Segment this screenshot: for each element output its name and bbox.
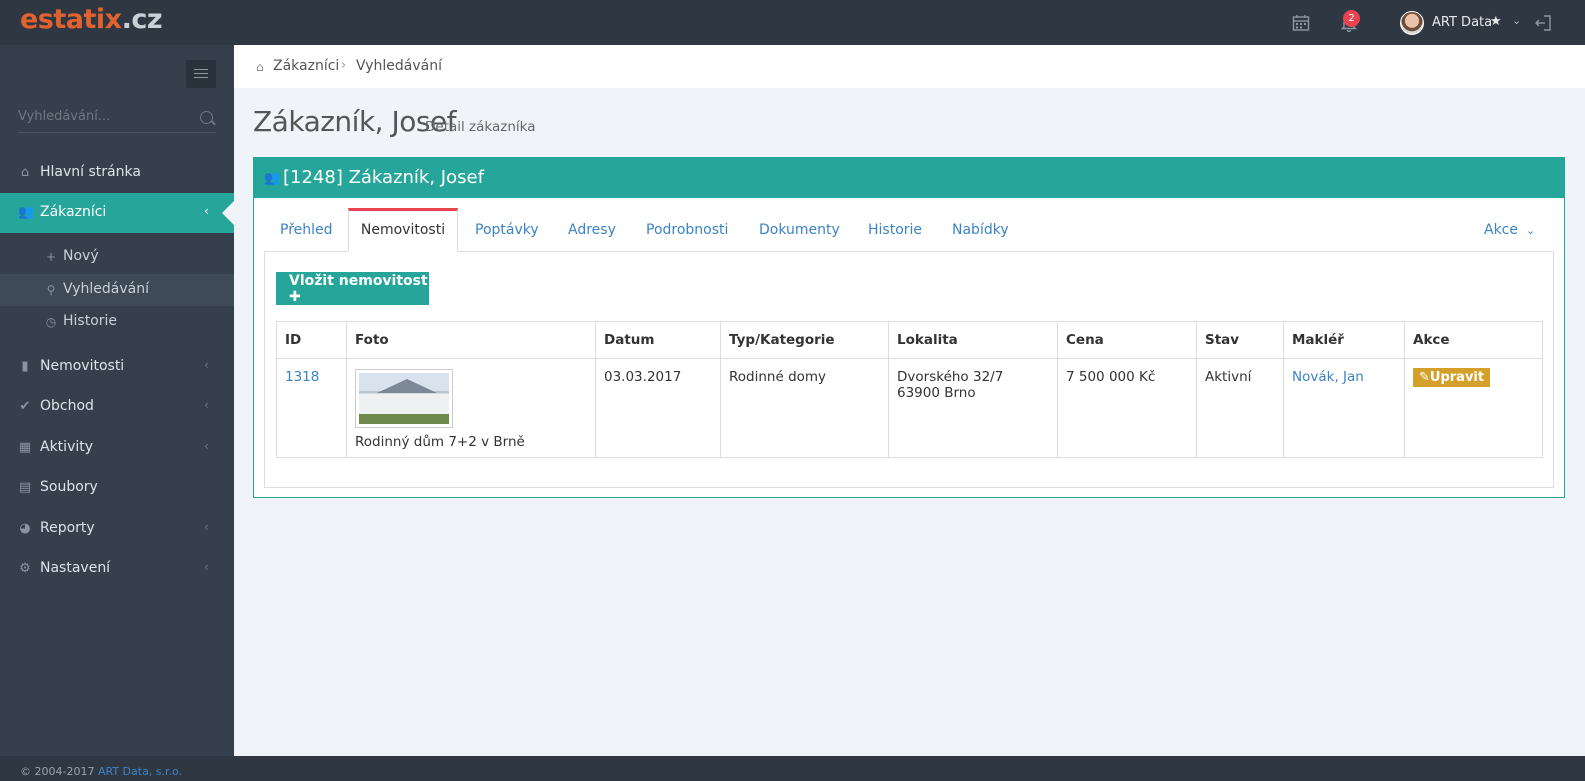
file-icon: ▤ <box>18 480 32 495</box>
breadcrumb-separator: › <box>341 58 347 73</box>
notification-badge: 2 <box>1343 10 1360 27</box>
breadcrumb: ⌂ Zákazníci › Vyhledávání <box>234 45 1585 88</box>
sidebar: ⌂ Hlavní stránka 👥 Zákazníci ‹ + Nový ⚲ … <box>0 45 234 763</box>
table-row: 1318 Rodinný dům 7+2 v Brně 03.03.2017 R… <box>276 358 1543 458</box>
sidebar-item-business[interactable]: ✔ Obchod ‹ <box>0 387 234 427</box>
building-icon: ▮ <box>21 359 29 374</box>
chevron-left-icon: ‹ <box>204 398 209 412</box>
tab-documents[interactable]: Dokumenty <box>759 208 840 252</box>
tab-offers[interactable]: Nabídky <box>952 208 1009 252</box>
check-circle-icon: ✔ <box>19 399 31 414</box>
top-bar: estatix.cz 2 ART Data ★ ⌄ <box>0 0 1585 45</box>
chevron-left-icon: ‹ <box>204 358 209 372</box>
add-property-label: Vložit nemovitost <box>289 272 428 289</box>
tab-requests[interactable]: Poptávky <box>475 208 539 252</box>
column-header[interactable]: Foto <box>346 321 596 359</box>
company-link[interactable]: ART Data, s.r.o. <box>98 765 182 778</box>
column-header[interactable]: Typ/Kategorie <box>720 321 889 359</box>
sidebar-item-activities[interactable]: ▦ Aktivity ‹ <box>0 428 234 468</box>
plus-icon: ✚ <box>289 288 301 305</box>
sidebar-toggle-button[interactable] <box>186 60 216 88</box>
user-name[interactable]: ART Data <box>1432 15 1492 30</box>
tab-bar: Přehled Nemovitosti Poptávky Adresy Podr… <box>265 208 1553 252</box>
panel-header: 👥 [1248] Zákazník, Josef <box>254 158 1564 198</box>
sidebar-item-properties[interactable]: ▮ Nemovitosti ‹ <box>0 347 234 387</box>
tab-content: Vložit nemovitost ✚ ID Foto Datum Typ/Ka… <box>264 251 1554 488</box>
chevron-left-icon: ‹ <box>204 560 209 574</box>
status-cell: Aktivní <box>1196 358 1284 458</box>
column-header[interactable]: Makléř <box>1283 321 1405 359</box>
plus-icon: + <box>45 250 57 264</box>
property-photo[interactable] <box>355 369 453 428</box>
sidebar-item-reports[interactable]: ◕ Reporty ‹ <box>0 509 234 549</box>
search-icon[interactable] <box>200 111 213 124</box>
main-content: ⌂ Zákazníci › Vyhledávání Zákazník, Jose… <box>234 45 1585 756</box>
sidebar-search <box>18 108 216 133</box>
calendar-icon[interactable] <box>1292 14 1310 32</box>
tab-properties[interactable]: Nemovitosti <box>348 208 458 252</box>
tab-history[interactable]: Historie <box>868 208 922 252</box>
chevron-left-icon: ‹ <box>204 204 209 218</box>
chevron-down-icon[interactable]: ⌄ <box>1512 14 1521 27</box>
pencil-icon: ✎ <box>1419 370 1430 385</box>
tab-addresses[interactable]: Adresy <box>568 208 616 252</box>
property-id-link[interactable]: 1318 <box>285 369 319 385</box>
house-image <box>359 373 449 424</box>
tab-overview[interactable]: Přehled <box>280 208 333 252</box>
clock-icon: ◷ <box>45 315 57 329</box>
edit-button-label: Upravit <box>1429 370 1485 385</box>
calendar-icon: ▦ <box>18 440 32 455</box>
add-property-button[interactable]: Vložit nemovitost ✚ <box>276 272 429 305</box>
type-cell: Rodinné domy <box>720 358 889 458</box>
edit-button[interactable]: ✎Upravit <box>1413 368 1491 387</box>
agent-link[interactable]: Novák, Jan <box>1292 369 1364 385</box>
street-address: Dvorského 32/7 <box>897 369 1004 385</box>
actions-dropdown[interactable]: Akce ⌄ <box>1484 208 1535 252</box>
gear-icon: ⚙ <box>19 561 31 576</box>
search-icon: ⚲ <box>46 283 56 297</box>
footer-copyright: © 2004-2017 ART Data, s.r.o. <box>20 765 183 778</box>
column-header: Akce <box>1404 321 1543 359</box>
column-header[interactable]: Cena <box>1057 321 1197 359</box>
users-icon: 👥 <box>18 205 35 220</box>
star-icon: ★ <box>1490 14 1502 29</box>
sidebar-subitem-new[interactable]: + Nový <box>0 241 234 273</box>
panel-title: [1248] Zákazník, Josef <box>283 167 484 188</box>
properties-table: ID Foto Datum Typ/Kategorie Lokalita Cen… <box>276 321 1543 458</box>
chevron-left-icon: ‹ <box>204 520 209 534</box>
column-header[interactable]: Stav <box>1196 321 1284 359</box>
users-icon: 👥 <box>264 171 281 186</box>
customer-panel: 👥 [1248] Zákazník, Josef Přehled Nemovit… <box>253 157 1565 498</box>
sidebar-item-home[interactable]: ⌂ Hlavní stránka <box>0 153 234 193</box>
city-address: 63900 Brno <box>897 385 976 401</box>
dashboard-icon: ◕ <box>19 521 31 536</box>
tab-details[interactable]: Podrobnosti <box>646 208 728 252</box>
actions-dropdown-label: Akce <box>1484 222 1518 238</box>
home-icon: ⌂ <box>20 165 30 180</box>
sidebar-subitem-history[interactable]: ◷ Historie <box>0 306 234 338</box>
photo-caption: Rodinný dům 7+2 v Brně <box>355 434 525 450</box>
page-subtitle: Detail zákazníka <box>425 119 536 135</box>
column-header[interactable]: Datum <box>595 321 721 359</box>
breadcrumb-item-search: Vyhledávání <box>356 58 442 74</box>
logout-icon[interactable] <box>1534 14 1552 32</box>
date-cell: 03.03.2017 <box>595 358 721 458</box>
avatar[interactable] <box>1400 11 1424 35</box>
sidebar-item-files[interactable]: ▤ Soubory <box>0 468 234 508</box>
chevron-down-icon: ⌄ <box>1526 224 1536 237</box>
column-header[interactable]: Lokalita <box>888 321 1058 359</box>
sidebar-item-settings[interactable]: ⚙ Nastavení ‹ <box>0 549 234 589</box>
breadcrumb-item-customers[interactable]: Zákazníci <box>273 58 339 74</box>
sidebar-item-customers[interactable]: 👥 Zákazníci ‹ <box>0 193 234 233</box>
price-cell: 7 500 000 Kč <box>1057 358 1197 458</box>
logo[interactable]: estatix.cz <box>20 4 163 35</box>
home-icon[interactable]: ⌂ <box>256 60 268 74</box>
column-header[interactable]: ID <box>276 321 347 359</box>
table-header-row: ID Foto Datum Typ/Kategorie Lokalita Cen… <box>276 321 1543 359</box>
chevron-left-icon: ‹ <box>204 439 209 453</box>
footer: © 2004-2017 ART Data, s.r.o. <box>0 756 1585 781</box>
search-input[interactable] <box>18 109 188 124</box>
sidebar-subitem-search[interactable]: ⚲ Vyhledávání <box>0 274 234 306</box>
